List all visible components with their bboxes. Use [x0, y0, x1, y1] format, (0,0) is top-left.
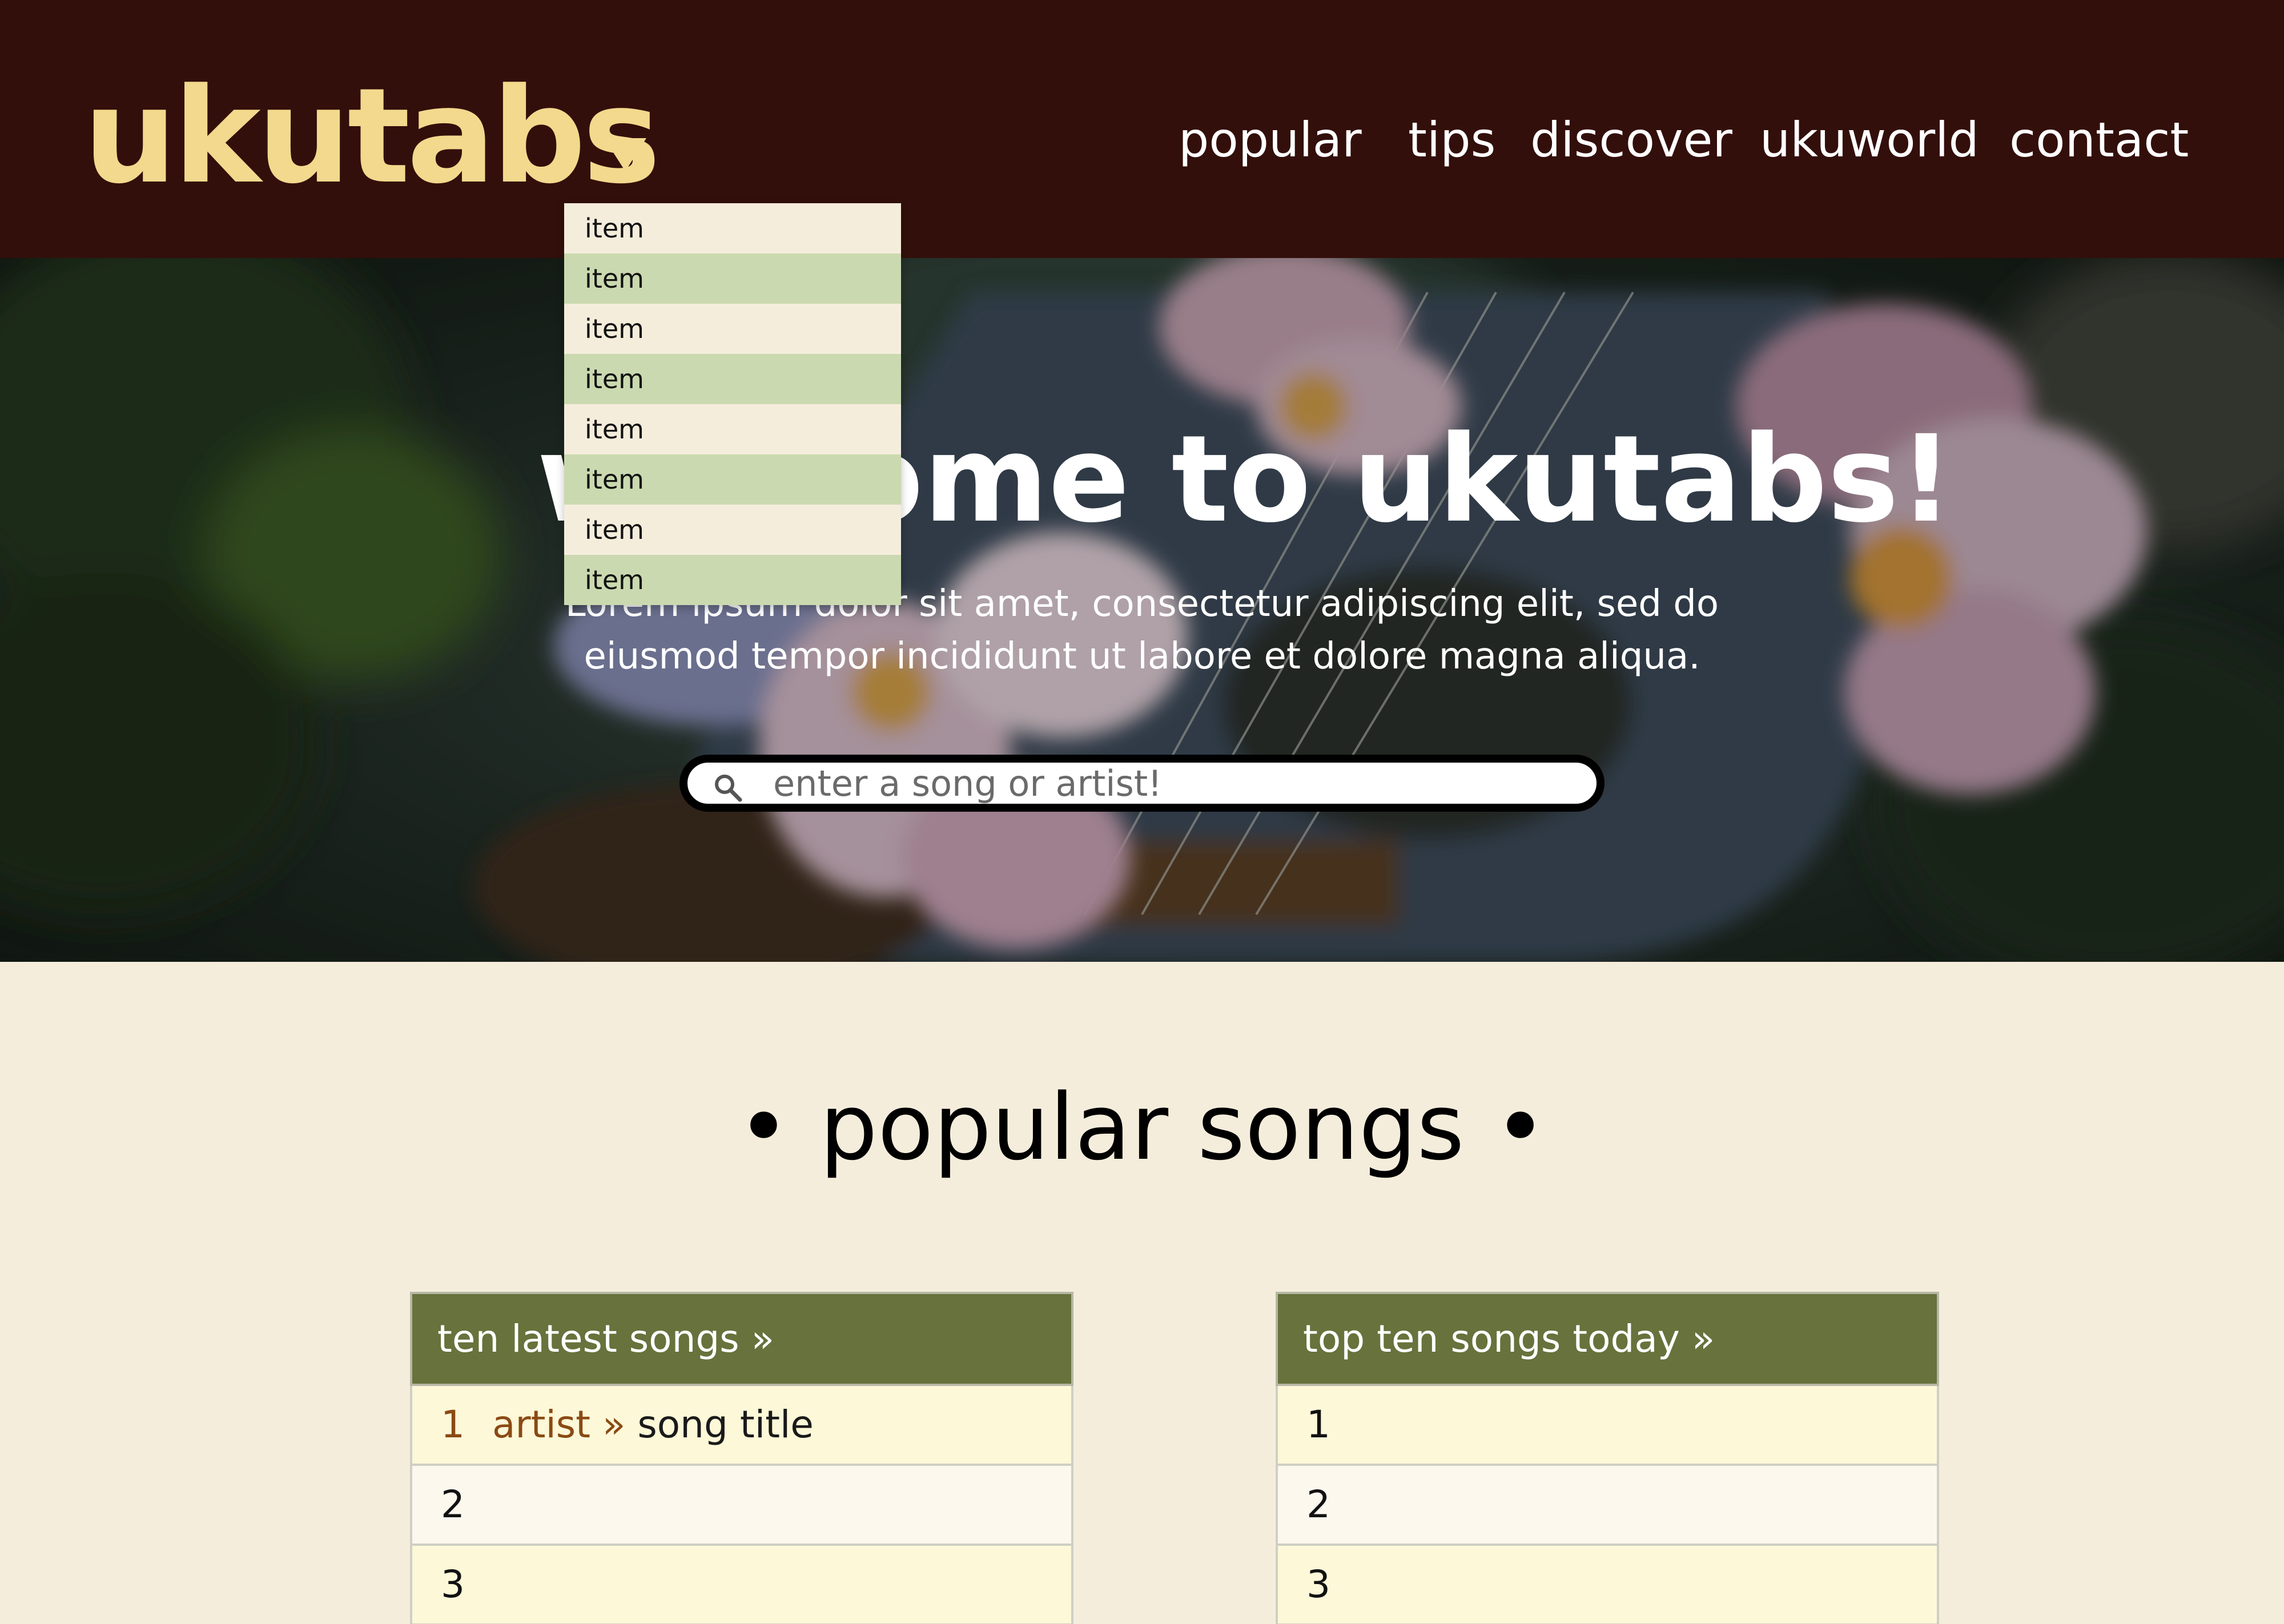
song-row[interactable]: 2 — [410, 1466, 1073, 1546]
page: ukutabs popular tips discover ukuworld c… — [0, 0, 2284, 1624]
song-rank: 1 — [1306, 1403, 1330, 1446]
top-songs-panel: top ten songs today » 1 2 3 — [1276, 1292, 1939, 1624]
site-header: ukutabs popular tips discover ukuworld c… — [0, 0, 2284, 258]
song-row[interactable]: 2 — [1276, 1466, 1939, 1546]
nav-tips[interactable]: tips — [1408, 108, 1495, 171]
chevron-down-icon[interactable] — [604, 138, 646, 171]
dropdown-item[interactable]: item — [564, 203, 901, 253]
artist-link[interactable]: artist » — [492, 1403, 625, 1446]
dropdown-item[interactable]: item — [564, 454, 901, 505]
latest-songs-list: 1 artist » song title 2 3 — [410, 1386, 1073, 1624]
song-rank: 3 — [441, 1562, 465, 1606]
song-title-link[interactable]: song title — [637, 1403, 814, 1446]
dropdown-item[interactable]: item — [564, 304, 901, 354]
dropdown-item[interactable]: item — [564, 253, 901, 304]
song-row[interactable]: 3 — [410, 1546, 1073, 1624]
top-songs-header[interactable]: top ten songs today » — [1276, 1292, 1939, 1386]
search-icon — [713, 772, 742, 802]
song-rank: 3 — [1306, 1562, 1330, 1606]
dropdown-item[interactable]: item — [564, 354, 901, 404]
nav-ukuworld[interactable]: ukuworld — [1760, 108, 1979, 171]
song-row[interactable]: 1 — [1276, 1386, 1939, 1466]
song-row[interactable]: 3 — [1276, 1546, 1939, 1624]
nav-popular[interactable]: popular — [1179, 108, 1362, 171]
dropdown-item[interactable]: item — [564, 404, 901, 454]
song-row[interactable]: 1 artist » song title — [410, 1386, 1073, 1466]
search-bar[interactable] — [679, 755, 1605, 812]
popular-songs-heading: • popular songs • — [737, 1074, 1547, 1180]
hero-banner: welcome to ukutabs! Lorem ipsum dolor si… — [0, 258, 2284, 962]
song-rank: 2 — [441, 1482, 465, 1526]
top-songs-list: 1 2 3 — [1276, 1386, 1939, 1624]
dropdown-item[interactable]: item — [564, 555, 901, 605]
site-logo[interactable]: ukutabs — [83, 54, 661, 220]
search-input[interactable] — [773, 763, 1584, 804]
latest-songs-panel: ten latest songs » 1 artist » song title … — [410, 1292, 1073, 1624]
song-rank: 2 — [1306, 1482, 1330, 1526]
latest-songs-header[interactable]: ten latest songs » — [410, 1292, 1073, 1386]
nav-discover[interactable]: discover — [1530, 108, 1732, 171]
logo-dropdown-menu: item item item item item item item item — [564, 203, 901, 605]
dropdown-item[interactable]: item — [564, 505, 901, 555]
nav-contact[interactable]: contact — [2009, 108, 2189, 171]
song-rank: 1 — [441, 1403, 465, 1446]
